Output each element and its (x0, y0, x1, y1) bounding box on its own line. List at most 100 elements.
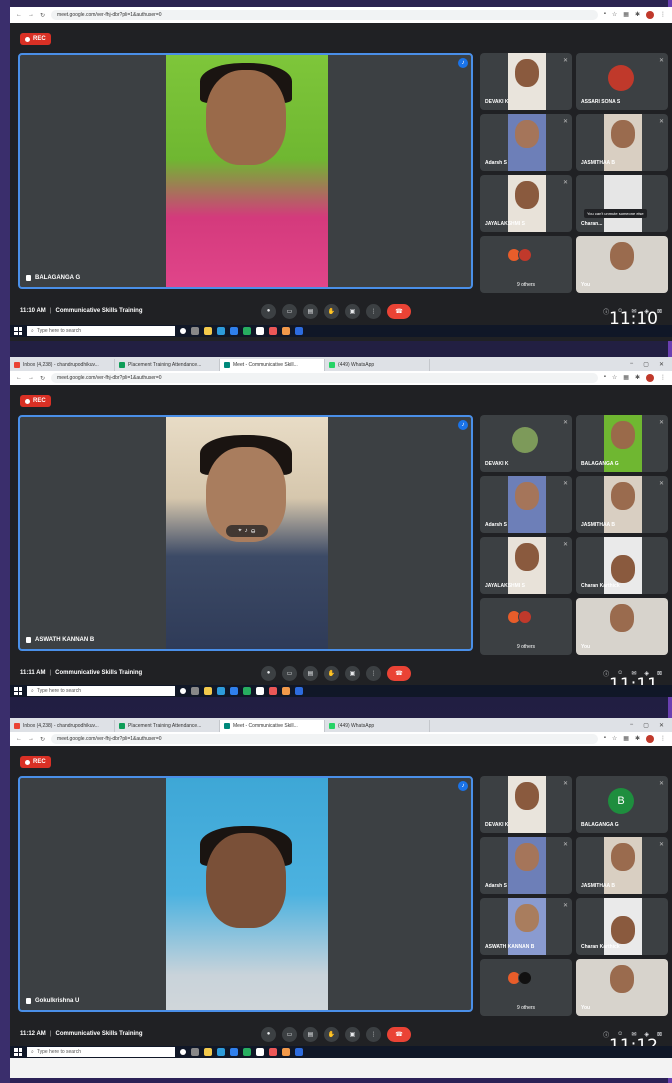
powerpoint-icon[interactable] (282, 687, 290, 695)
back-icon[interactable]: ← (16, 736, 22, 742)
raise-hand-button[interactable]: ✋ (324, 303, 339, 319)
puzzle-icon[interactable]: ✱ (635, 11, 640, 19)
word-icon[interactable] (295, 1048, 303, 1056)
mail-icon[interactable] (217, 1048, 225, 1056)
participant-tile[interactable]: Charan Karthick (576, 537, 668, 594)
url-field[interactable]: meet.google.com/ver-fhj-dbr?pli=1&authus… (51, 734, 598, 744)
file-explorer-icon[interactable] (204, 687, 212, 695)
address-bar[interactable]: ← → ↻ meet.google.com/ver-fhj-dbr?pli=1&… (10, 732, 672, 746)
browser-tab[interactable]: (449) WhatsApp (325, 359, 430, 371)
close-icon[interactable]: ✕ (659, 722, 664, 729)
edge-icon[interactable] (230, 687, 238, 695)
url-field[interactable]: meet.google.com/ver-fhj-dbr?pli=1&authus… (51, 373, 598, 383)
camera-icon[interactable]: ▪ (604, 374, 606, 382)
grid-icon[interactable]: ▦ (623, 374, 629, 382)
camera-button[interactable]: ▭ (282, 303, 297, 319)
self-tile[interactable]: You (576, 598, 668, 655)
participant-tile[interactable]: ✕ Adarsh S (480, 114, 572, 171)
participant-tile[interactable]: ✕ JASMITHAA B (576, 476, 668, 533)
grid-icon[interactable]: ▦ (623, 11, 629, 19)
pin-icon[interactable]: ⌖ (238, 528, 241, 535)
participant-tile[interactable]: ✕ JAYALAKSHMI S (480, 175, 572, 232)
chrome-icon[interactable] (243, 327, 251, 335)
windows-start-icon[interactable] (14, 687, 22, 695)
star-icon[interactable]: ☆ (612, 11, 617, 19)
camera-icon[interactable]: ▪ (604, 11, 606, 19)
mic-button[interactable]: ● (261, 1026, 276, 1042)
self-tile[interactable]: You (576, 959, 668, 1016)
participant-tile[interactable]: B ✕ BALAGANGA G (576, 776, 668, 833)
chrome-icon[interactable] (243, 1048, 251, 1056)
cortana-icon[interactable] (180, 688, 186, 694)
powerpoint-icon[interactable] (282, 1048, 290, 1056)
file-explorer-icon[interactable] (204, 1048, 212, 1056)
cortana-icon[interactable] (180, 1049, 186, 1055)
app-icon[interactable] (269, 327, 277, 335)
forward-icon[interactable]: → (28, 736, 34, 742)
minimize-icon[interactable]: − (630, 722, 634, 728)
chrome-icon[interactable] (243, 687, 251, 695)
more-options-button[interactable]: ⋮ (366, 303, 381, 319)
others-tile[interactable]: 9 others (480, 598, 572, 655)
present-button[interactable]: ▣ (345, 303, 360, 319)
present-button[interactable]: ▣ (345, 665, 360, 681)
store-icon[interactable] (256, 687, 264, 695)
participant-tile[interactable]: You can't unmute someone else Charan... (576, 175, 668, 232)
participant-tile[interactable]: ✕ DEVAKI K (480, 776, 572, 833)
star-icon[interactable]: ☆ (612, 374, 617, 382)
participant-tile[interactable]: ✕ JASMITHAA B (576, 114, 668, 171)
raise-hand-button[interactable]: ✋ (324, 665, 339, 681)
address-bar[interactable]: ← → ↻ meet.google.com/ver-fhj-dbr?pli=1&… (10, 7, 672, 23)
mail-icon[interactable] (217, 687, 225, 695)
edge-icon[interactable] (230, 327, 238, 335)
end-call-button[interactable]: ☎ (387, 665, 411, 681)
mail-icon[interactable] (217, 327, 225, 335)
more-options-button[interactable]: ⋮ (366, 665, 381, 681)
participant-tile[interactable]: ✕ Adarsh S (480, 837, 572, 894)
grid-icon[interactable]: ▦ (623, 735, 629, 743)
main-speaker-tile[interactable]: ♪ Gokulkrishna U (18, 776, 473, 1012)
puzzle-icon[interactable]: ✱ (635, 735, 640, 743)
store-icon[interactable] (256, 327, 264, 335)
menu-icon[interactable]: ⋮ (660, 735, 666, 743)
end-call-button[interactable]: ☎ (387, 303, 411, 319)
back-icon[interactable]: ← (16, 12, 22, 18)
url-field[interactable]: meet.google.com/ver-fhj-dbr?pli=1&authus… (51, 10, 598, 20)
back-icon[interactable]: ← (16, 375, 22, 381)
participant-tile[interactable]: ✕ DEVAKI K (480, 415, 572, 472)
forward-icon[interactable]: → (28, 12, 34, 18)
raise-hand-button[interactable]: ✋ (324, 1026, 339, 1042)
more-options-button[interactable]: ⋮ (366, 1026, 381, 1042)
main-speaker-tile[interactable]: ⌖ ♪ ⊖ ♪ ASWATH KANNAN B (18, 415, 473, 651)
self-tile[interactable]: You (576, 236, 668, 293)
edge-icon[interactable] (230, 1048, 238, 1056)
participant-tile[interactable]: ✕ Adarsh S (480, 476, 572, 533)
menu-icon[interactable]: ⋮ (660, 374, 666, 382)
cortana-icon[interactable] (180, 328, 186, 334)
app-icon[interactable] (269, 1048, 277, 1056)
taskbar-search[interactable]: ⌕ Type here to search (27, 1047, 175, 1057)
others-tile[interactable]: 9 others (480, 959, 572, 1016)
captions-button[interactable]: ▤ (303, 1026, 318, 1042)
browser-tab[interactable]: Placement Training Attendance... (115, 720, 220, 732)
windows-start-icon[interactable] (14, 327, 22, 335)
forward-icon[interactable]: → (28, 375, 34, 381)
browser-tab[interactable]: (449) WhatsApp (325, 720, 430, 732)
file-explorer-icon[interactable] (204, 327, 212, 335)
end-call-button[interactable]: ☎ (387, 1026, 411, 1042)
address-bar[interactable]: ← → ↻ meet.google.com/ver-fhj-dbr?pli=1&… (10, 371, 672, 385)
windows-start-icon[interactable] (14, 1048, 22, 1056)
captions-button[interactable]: ▤ (303, 665, 318, 681)
participant-tile[interactable]: ✕ ASSARI SONA S (576, 53, 668, 110)
reload-icon[interactable]: ↻ (40, 736, 45, 743)
browser-tab[interactable]: Inbox (4,238) - chandrupodhikuv... (10, 720, 115, 732)
word-icon[interactable] (295, 687, 303, 695)
store-icon[interactable] (256, 1048, 264, 1056)
participant-tile[interactable]: ✕ DEVAKI K (480, 53, 572, 110)
reload-icon[interactable]: ↻ (40, 12, 45, 19)
task-view-icon[interactable] (191, 687, 199, 695)
browser-tab[interactable]: Inbox (4,238) - chandrupodhikuv... (10, 359, 115, 371)
participant-tile[interactable]: ✕ BALAGANGA G (576, 415, 668, 472)
others-tile[interactable]: 9 others (480, 236, 572, 293)
menu-icon[interactable]: ⋮ (660, 11, 666, 19)
